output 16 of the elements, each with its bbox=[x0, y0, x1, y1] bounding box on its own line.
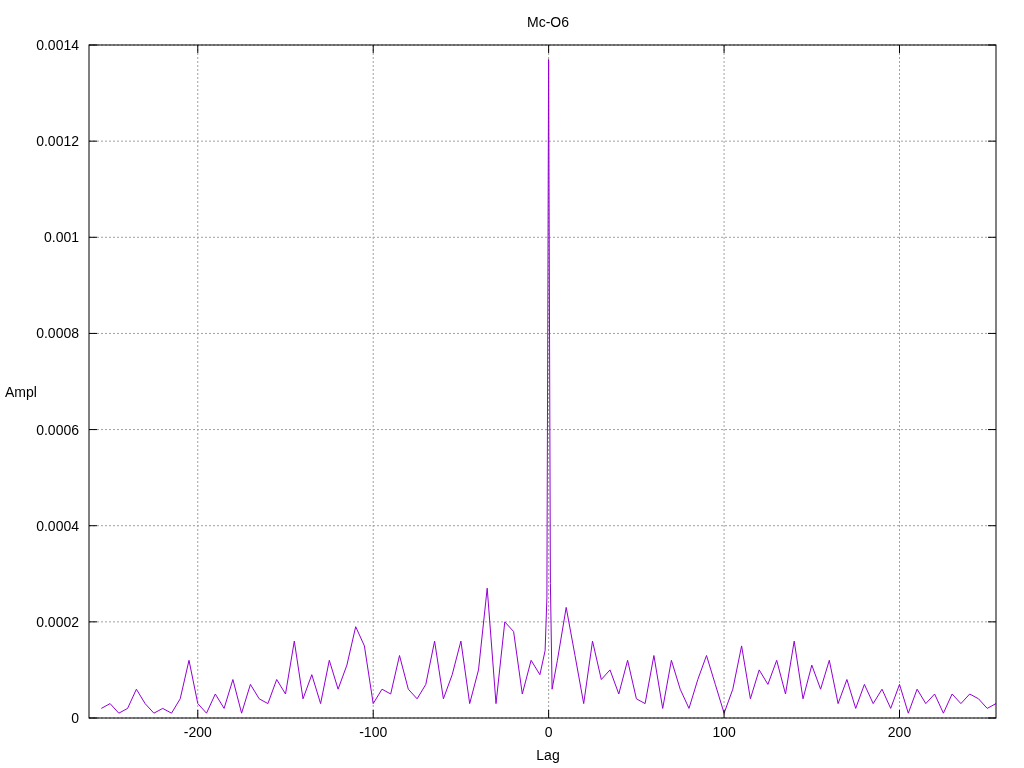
x-tick-label: 0 bbox=[544, 724, 553, 740]
y-axis-label: Ampl bbox=[5, 384, 37, 400]
x-tick-label: 100 bbox=[712, 724, 736, 740]
x-tick-label: -100 bbox=[359, 724, 388, 740]
x-tick-label: -200 bbox=[183, 724, 212, 740]
y-tick-label: 0.0004 bbox=[36, 517, 79, 534]
chart-title: Mc-O6 bbox=[527, 14, 569, 30]
y-tick-label: 0.0006 bbox=[36, 421, 79, 438]
y-tick-label: 0.0012 bbox=[36, 133, 79, 150]
y-tick-label: 0.0008 bbox=[36, 325, 79, 342]
x-axis-label: Lag bbox=[536, 747, 560, 763]
y-tick-label: 0.0002 bbox=[36, 613, 79, 630]
y-tick-label: 0.001 bbox=[43, 229, 79, 246]
y-tick-label: 0 bbox=[71, 710, 79, 726]
x-tick-label: 200 bbox=[887, 724, 912, 740]
y-tick-label: 0.0014 bbox=[36, 37, 79, 53]
